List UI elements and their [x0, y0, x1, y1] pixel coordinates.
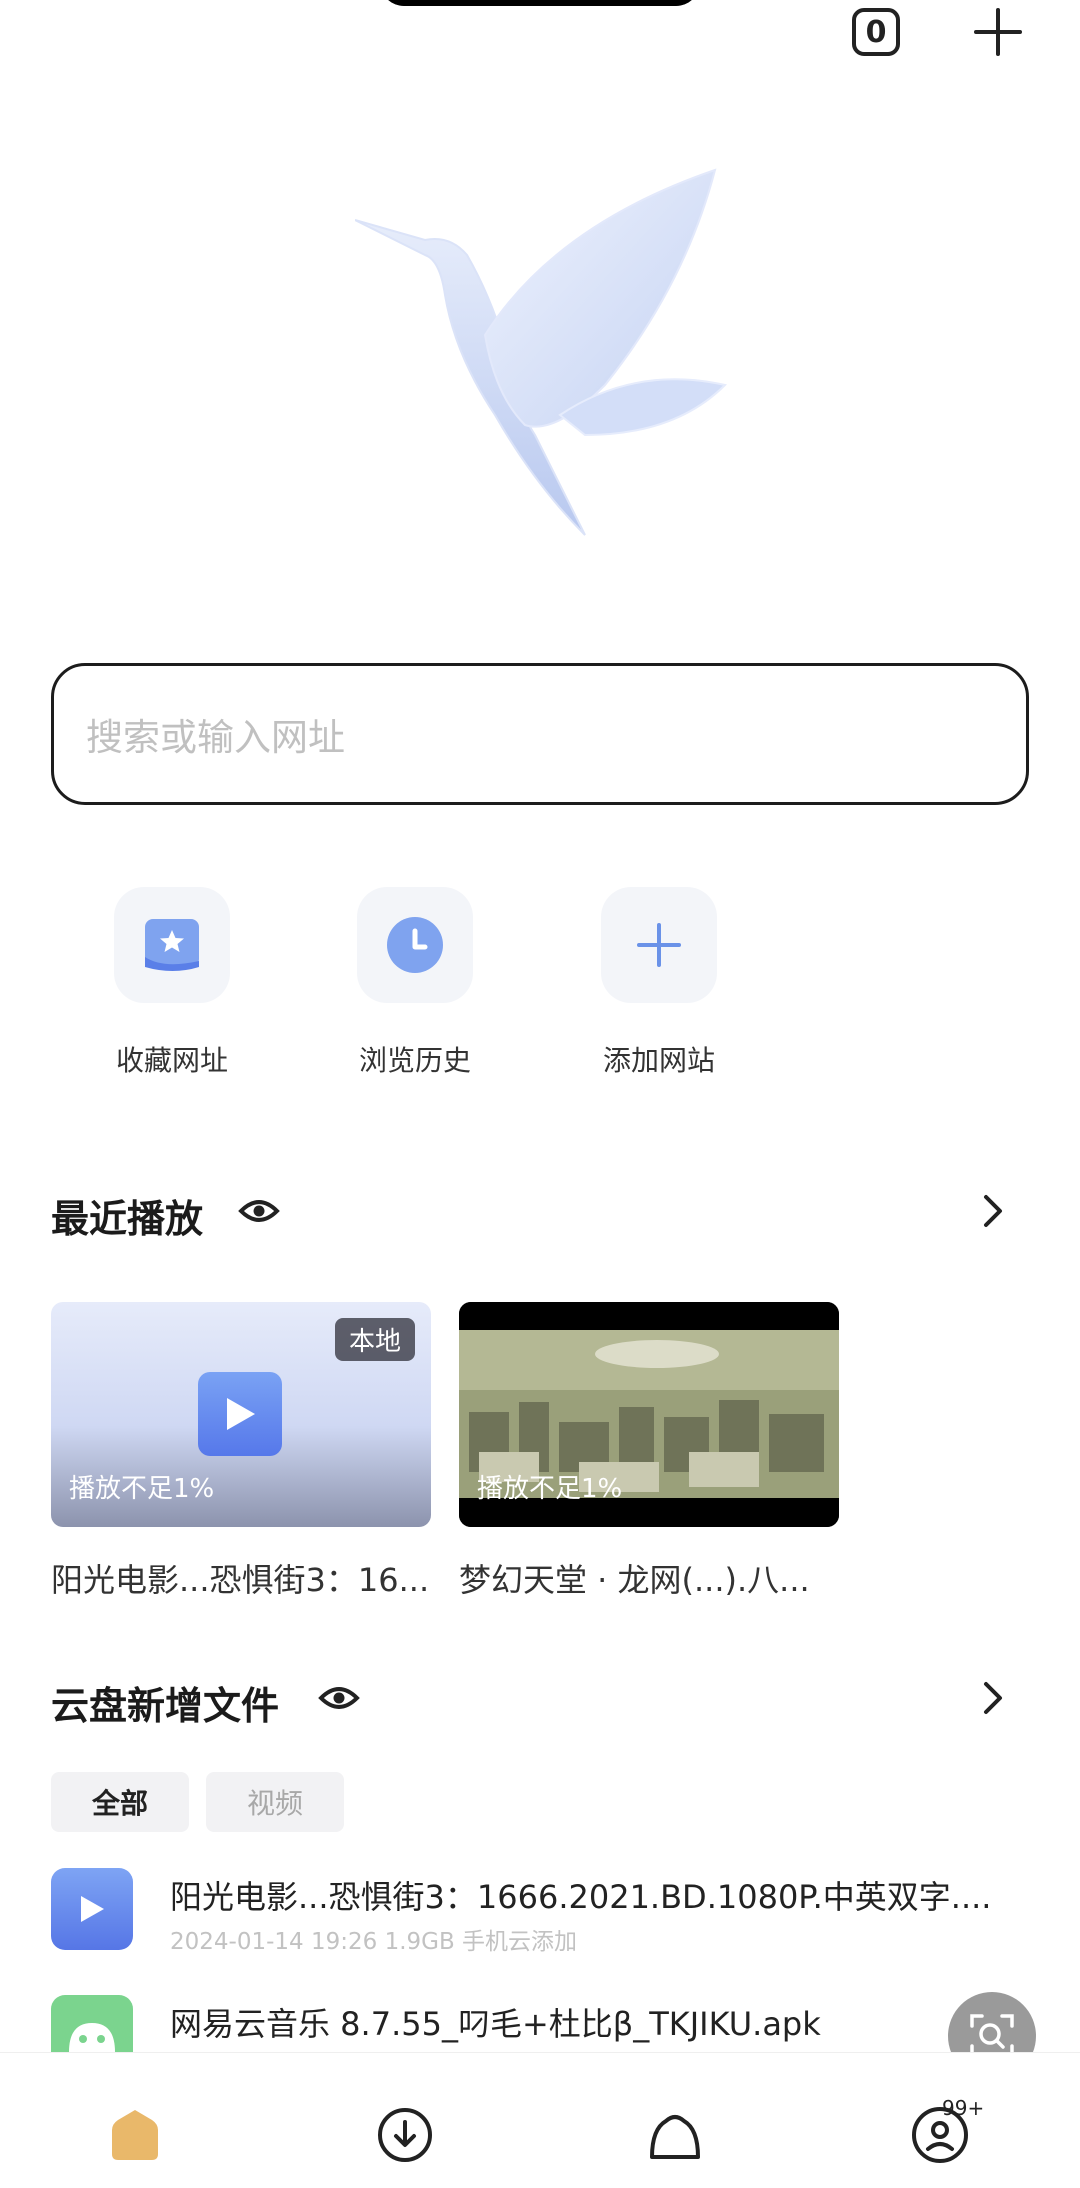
bird-logo-icon	[355, 168, 727, 536]
file-meta: 2024-01-14 19:26 1.9GB 手机云添加	[170, 1929, 578, 1955]
play-progress: 播放不足1%	[477, 1474, 623, 1504]
recent-video-card[interactable]: 播放不足1%	[459, 1302, 839, 1527]
nav-home[interactable]	[105, 2105, 165, 2165]
nav-cloud[interactable]	[645, 2105, 705, 2165]
eye-icon[interactable]	[318, 1683, 360, 1713]
android-apk-icon	[51, 1995, 133, 2052]
filter-video[interactable]: 视频	[206, 1772, 344, 1832]
shortcut-add-site[interactable]: 添加网站	[574, 887, 744, 1079]
tab-count-button[interactable]: 0	[852, 8, 900, 56]
recent-video-card[interactable]: 本地 播放不足1%	[51, 1302, 431, 1527]
filter-all[interactable]: 全部	[51, 1772, 189, 1832]
eye-icon[interactable]	[238, 1196, 280, 1226]
bookmark-tile	[114, 887, 230, 1003]
search-input[interactable]: 搜索或输入网址	[51, 663, 1029, 805]
camera-notch	[380, 0, 700, 6]
history-clock-icon	[387, 917, 443, 973]
bookmark-icon	[145, 919, 199, 971]
home-icon	[112, 2110, 158, 2160]
notification-badge: 99+	[942, 2096, 985, 2120]
history-tile	[357, 887, 473, 1003]
local-badge: 本地	[334, 1318, 415, 1361]
new-tab-plus-icon[interactable]	[972, 6, 1024, 58]
nav-downloads[interactable]	[375, 2105, 435, 2165]
shortcut-label: 浏览历史	[358, 1044, 471, 1077]
plus-icon	[637, 923, 681, 967]
shortcut-label: 添加网站	[602, 1044, 715, 1077]
search-placeholder: 搜索或输入网址	[86, 716, 345, 759]
cloud-icon	[650, 2115, 700, 2159]
file-name[interactable]: 阳光电影...恐惧街3：1666.2021.BD.1080P.中英双字....	[170, 1872, 991, 1918]
recent-plays-title: 最近播放	[51, 1197, 204, 1241]
shortcut-bookmarks[interactable]: 收藏网址	[87, 887, 257, 1079]
shortcut-history[interactable]: 浏览历史	[330, 887, 500, 1079]
download-icon	[378, 2108, 432, 2162]
recent-video-title[interactable]: 梦幻天堂 · 龙网(...).八...	[459, 1555, 810, 1601]
chevron-right-icon[interactable]	[978, 1679, 1008, 1717]
recent-video-title[interactable]: 阳光电影...恐惧街3：16...	[51, 1555, 429, 1601]
file-name[interactable]: 网易云音乐 8.7.55_叼毛+杜比β_TKJIKU.apk	[170, 1999, 821, 2045]
cloud-new-files-title: 云盘新增文件	[51, 1684, 280, 1728]
shortcut-label: 收藏网址	[115, 1044, 228, 1077]
video-file-icon	[51, 1868, 133, 1950]
add-site-tile	[601, 887, 717, 1003]
play-icon	[198, 1372, 282, 1456]
chevron-right-icon[interactable]	[978, 1192, 1008, 1230]
play-progress: 播放不足1%	[69, 1474, 215, 1504]
